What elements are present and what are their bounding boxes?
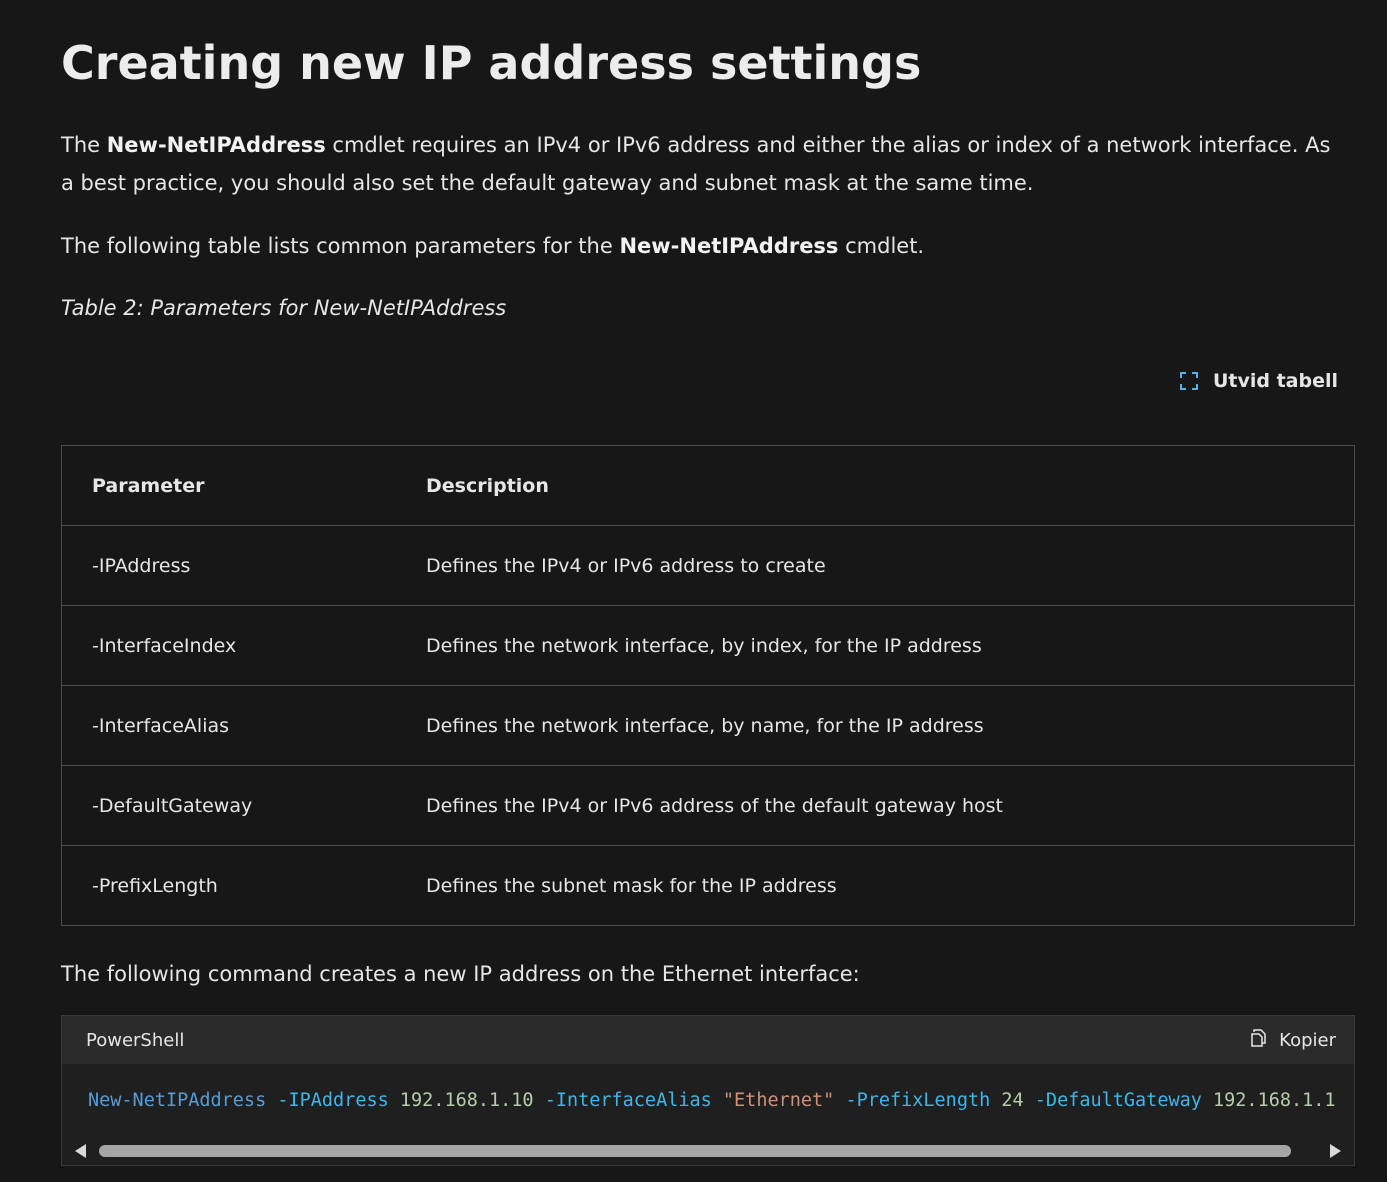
scroll-left-arrow-icon[interactable]	[75, 1144, 86, 1158]
table-row: -InterfaceAlias Defines the network inte…	[61, 685, 1355, 766]
description-cell: Defines the network interface, by name, …	[396, 685, 1355, 766]
page-title: Creating new IP address settings	[61, 36, 922, 90]
copy-icon	[1249, 1028, 1269, 1053]
table-header-row: Parameter Description	[61, 445, 1355, 526]
scrollbar-thumb[interactable]	[99, 1145, 1291, 1157]
table-intro-paragraph: The following table lists common paramet…	[61, 227, 1346, 265]
code-block-header: PowerShell Kopier	[62, 1016, 1354, 1064]
horizontal-scrollbar[interactable]	[64, 1141, 1352, 1161]
table-caption: Table 2: Parameters for New-NetIPAddress	[61, 296, 507, 320]
code-token-parameter: -IPAddress	[277, 1090, 389, 1111]
parameter-cell: -PrefixLength	[61, 845, 396, 926]
scroll-right-arrow-icon[interactable]	[1330, 1144, 1341, 1158]
copy-label: Kopier	[1279, 1029, 1336, 1051]
parameter-cell: -DefaultGateway	[61, 765, 396, 846]
description-cell: Defines the IPv4 or IPv6 address of the …	[396, 765, 1355, 846]
description-cell: Defines the subnet mask for the IP addre…	[396, 845, 1355, 926]
code-token-parameter: -InterfaceAlias	[544, 1090, 712, 1111]
article: Creating new IP address settings The New…	[0, 0, 1387, 1182]
command-intro-paragraph: The following command creates a new IP a…	[61, 962, 860, 986]
code-token-string: "Ethernet"	[722, 1090, 835, 1111]
code-token-cmdlet: New-NetIPAddress	[88, 1090, 267, 1111]
intro-text-before: The	[61, 133, 107, 157]
intro-paragraph: The New-NetIPAddress cmdlet requires an …	[61, 126, 1346, 202]
description-cell: Defines the network interface, by index,…	[396, 605, 1355, 686]
expand-table-label: Utvid tabell	[1212, 370, 1338, 392]
parameters-table: Parameter Description -IPAddress Defines…	[61, 445, 1355, 926]
code-line[interactable]: New-NetIPAddress -IPAddress 192.168.1.10…	[88, 1088, 1336, 1114]
code-block: PowerShell Kopier New-NetIPAddress -IPAd…	[61, 1015, 1355, 1166]
parameter-cell: -InterfaceAlias	[61, 685, 396, 766]
copy-button[interactable]: Kopier	[1249, 1028, 1336, 1053]
code-token-value: 24	[1001, 1090, 1024, 1111]
table-row: -InterfaceIndex Defines the network inte…	[61, 605, 1355, 686]
column-header-parameter: Parameter	[61, 445, 396, 526]
table-row: -IPAddress Defines the IPv4 or IPv6 addr…	[61, 525, 1355, 606]
table-intro-cmdlet-name: New-NetIPAddress	[619, 234, 839, 258]
code-token-value: 192.168.1.10	[399, 1090, 534, 1111]
parameter-cell: -InterfaceIndex	[61, 605, 396, 686]
code-language-label: PowerShell	[86, 1029, 185, 1051]
table-row: -DefaultGateway Defines the IPv4 or IPv6…	[61, 765, 1355, 846]
table-intro-after: cmdlet.	[838, 234, 925, 258]
parameter-cell: -IPAddress	[61, 525, 396, 606]
code-token-parameter: -PrefixLength	[845, 1090, 991, 1111]
expand-icon	[1179, 371, 1199, 391]
table-intro-before: The following table lists common paramet…	[61, 234, 620, 258]
description-cell: Defines the IPv4 or IPv6 address to crea…	[396, 525, 1355, 606]
table-row: -PrefixLength Defines the subnet mask fo…	[61, 845, 1355, 926]
column-header-description: Description	[396, 445, 1355, 526]
code-token-parameter: -DefaultGateway	[1034, 1090, 1202, 1111]
expand-table-button[interactable]: Utvid tabell	[1179, 370, 1338, 392]
intro-cmdlet-name: New-NetIPAddress	[106, 133, 326, 157]
code-token-value: 192.168.1.1	[1213, 1090, 1336, 1111]
